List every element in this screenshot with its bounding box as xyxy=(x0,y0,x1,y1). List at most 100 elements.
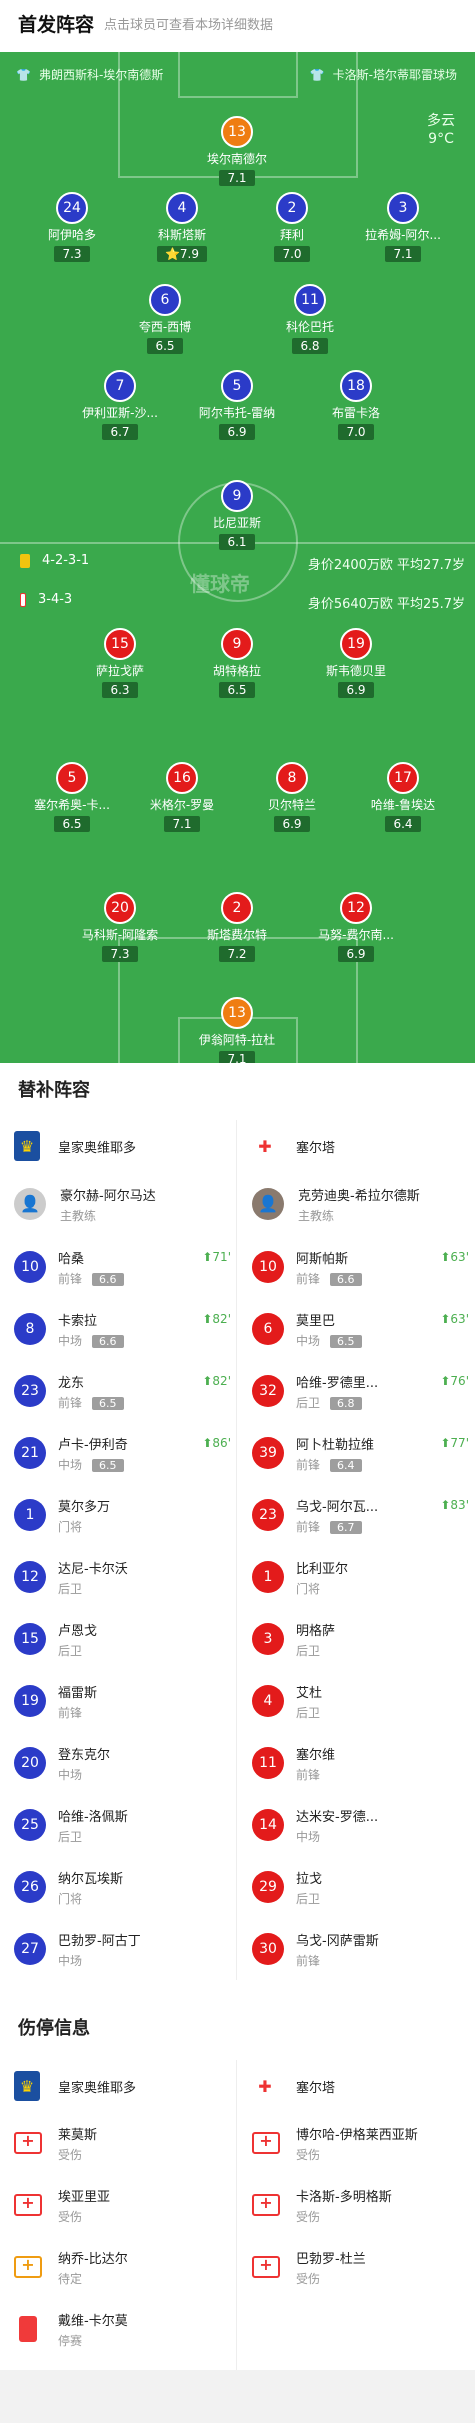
player-name[interactable]: 卡索拉 xyxy=(58,1310,124,1329)
rating-value[interactable]: 6.9 xyxy=(346,947,365,961)
player-name[interactable]: 马科斯-阿隆索 xyxy=(65,926,175,943)
away-club-inj[interactable]: ✚ 塞尔塔 xyxy=(238,2060,475,2112)
medical-kit-icon[interactable] xyxy=(252,2255,280,2278)
rating-value[interactable]: 6.9 xyxy=(346,683,365,697)
sub-player-row[interactable]: 15 卢恩戈 后卫 xyxy=(0,1608,237,1670)
rating-value[interactable]: 7.1 xyxy=(227,1052,246,1063)
sub-minute[interactable]: 63' xyxy=(450,1312,469,1326)
player-position[interactable]: 前锋 6.6 xyxy=(58,1270,124,1287)
player-rating[interactable]: 6.8 xyxy=(292,338,328,354)
away-player[interactable]: 5 塞尔希奥-卡... 6.5 xyxy=(17,762,127,832)
home-player[interactable]: 5 阿尔韦托-雷纳 6.9 xyxy=(182,370,292,440)
home-club[interactable]: ♛ 皇家奥维耶多 xyxy=(0,1120,237,1172)
player-number-badge[interactable]: 15 xyxy=(104,628,136,660)
player-rating[interactable]: 6.5 xyxy=(147,338,183,354)
player-rating[interactable]: 7.3 xyxy=(54,246,90,262)
position-text[interactable]: 中场 xyxy=(58,1768,82,1782)
player-number-badge[interactable]: 39 xyxy=(252,1437,284,1469)
sub-on-icon[interactable]: ⬆ xyxy=(202,1312,212,1326)
player-position[interactable]: 后卫 xyxy=(296,1642,335,1659)
sub-player-info[interactable]: 阿斯帕斯 前锋 6.6 xyxy=(296,1248,362,1287)
sub-on-icon[interactable]: ⬆ xyxy=(202,1436,212,1450)
player-name[interactable]: 拉戈 xyxy=(296,1868,322,1887)
red-card-icon[interactable] xyxy=(19,2316,37,2342)
player-position[interactable]: 中场 xyxy=(296,1828,378,1845)
sub-on-indicator[interactable]: ⬆82' xyxy=(202,1374,231,1388)
player-rating[interactable]: 7.0 xyxy=(338,424,374,440)
player-name[interactable]: 福雷斯 xyxy=(58,1682,97,1701)
injury-info[interactable]: 巴勃罗-杜兰 受伤 xyxy=(296,2248,366,2287)
player-rating[interactable]: 7.1 xyxy=(385,246,421,262)
player-position[interactable]: 中场 6.5 xyxy=(58,1456,128,1473)
sub-player-row[interactable]: 1 比利亚尔 门将 xyxy=(238,1546,475,1608)
player-position[interactable]: 前锋 6.6 xyxy=(296,1270,362,1287)
sub-player-info[interactable]: 哈桑 前锋 6.6 xyxy=(58,1248,124,1287)
away-player[interactable]: 20 马科斯-阿隆索 7.3 xyxy=(65,892,175,962)
injury-info[interactable]: 埃亚里亚 受伤 xyxy=(58,2186,110,2225)
sub-player-row[interactable]: 25 哈维-洛佩斯 后卫 xyxy=(0,1794,237,1856)
player-name[interactable]: 莱莫斯 xyxy=(58,2124,97,2143)
player-name[interactable]: 哈维-洛佩斯 xyxy=(58,1806,128,1825)
position-text[interactable]: 后卫 xyxy=(296,1892,320,1906)
player-number-badge[interactable]: 2 xyxy=(276,192,308,224)
player-number-badge[interactable]: 12 xyxy=(340,892,372,924)
sub-player-info[interactable]: 卡索拉 中场 6.6 xyxy=(58,1310,124,1349)
sub-player-info[interactable]: 卢卡-伊利奇 中场 6.5 xyxy=(58,1434,128,1473)
player-number-badge[interactable]: 32 xyxy=(252,1375,284,1407)
sub-player-info[interactable]: 卢恩戈 后卫 xyxy=(58,1620,97,1659)
player-number-badge[interactable]: 23 xyxy=(14,1375,46,1407)
sub-player-row[interactable]: 6 莫里巴 中场 6.5 ⬆63' xyxy=(238,1298,475,1360)
player-number-badge[interactable]: 1 xyxy=(252,1561,284,1593)
rating-value[interactable]: 7.1 xyxy=(172,817,191,831)
player-number-badge[interactable]: 20 xyxy=(104,892,136,924)
medical-kit-icon[interactable] xyxy=(14,2193,42,2216)
player-number-badge[interactable]: 30 xyxy=(252,1933,284,1965)
player-position[interactable]: 前锋 xyxy=(296,1766,335,1783)
sub-minute[interactable]: 71' xyxy=(212,1250,231,1264)
player-rating[interactable]: 6.5 xyxy=(54,816,90,832)
player-number-badge[interactable]: 3 xyxy=(387,192,419,224)
away-player[interactable]: 12 马努-费尔南... 6.9 xyxy=(301,892,411,962)
position-text[interactable]: 中场 xyxy=(58,1954,82,1968)
player-rating[interactable]: 6.5 xyxy=(92,1396,124,1410)
player-position[interactable]: 门将 xyxy=(58,1518,110,1535)
player-rating[interactable]: 6.6 xyxy=(330,1272,362,1286)
player-position[interactable]: 后卫 xyxy=(296,1704,322,1721)
injury-info[interactable]: 博尔哈-伊格莱西亚斯 受伤 xyxy=(296,2124,418,2163)
injury-status[interactable]: 待定 xyxy=(58,2270,128,2287)
sub-player-row[interactable]: 1 莫尔多万 门将 xyxy=(0,1484,237,1546)
player-number-badge[interactable]: 9 xyxy=(221,628,253,660)
sub-player-info[interactable]: 达米安-罗德... 中场 xyxy=(296,1806,378,1845)
player-rating[interactable]: 7.3 xyxy=(102,946,138,962)
sub-player-row[interactable]: 10 阿斯帕斯 前锋 6.6 ⬆63' xyxy=(238,1236,475,1298)
injury-status[interactable]: 受伤 xyxy=(296,2270,366,2287)
player-name[interactable]: 比尼亚斯 xyxy=(182,514,292,531)
injury-status[interactable]: 停赛 xyxy=(58,2332,128,2349)
player-position[interactable]: 后卫 xyxy=(58,1828,128,1845)
player-number-badge[interactable]: 6 xyxy=(149,284,181,316)
injury-row[interactable]: 卡洛斯-多明格斯受伤 xyxy=(238,2174,475,2236)
sub-player-row[interactable]: 26 纳尔瓦埃斯 门将 xyxy=(0,1856,237,1918)
rating-value[interactable]: 6.5 xyxy=(155,339,174,353)
player-rating[interactable]: 6.7 xyxy=(330,1520,362,1534)
player-name[interactable]: 博尔哈-伊格莱西亚斯 xyxy=(296,2124,418,2143)
sub-player-info[interactable]: 比利亚尔 门将 xyxy=(296,1558,348,1597)
player-position[interactable]: 前锋 xyxy=(58,1704,97,1721)
player-number-badge[interactable]: 19 xyxy=(340,628,372,660)
injury-row[interactable]: 纳乔-比达尔待定 xyxy=(0,2236,237,2298)
player-position[interactable]: 中场 6.5 xyxy=(296,1332,362,1349)
injury-row[interactable]: 博尔哈-伊格莱西亚斯受伤 xyxy=(238,2112,475,2174)
sub-player-row[interactable]: 10 哈桑 前锋 6.6 ⬆71' xyxy=(0,1236,237,1298)
position-text[interactable]: 中场 xyxy=(58,1458,82,1472)
player-number-badge[interactable]: 24 xyxy=(56,192,88,224)
sub-player-row[interactable]: 30 乌戈-冈萨雷斯 前锋 xyxy=(238,1918,475,1980)
sub-minute[interactable]: 63' xyxy=(450,1250,469,1264)
sub-player-info[interactable]: 纳尔瓦埃斯 门将 xyxy=(58,1868,123,1907)
player-rating[interactable]: 7.1 xyxy=(219,1051,255,1063)
injury-row[interactable]: 巴勃罗-杜兰受伤 xyxy=(238,2236,475,2298)
sub-player-info[interactable]: 阿卜杜勒拉维 前锋 6.4 xyxy=(296,1434,374,1473)
sub-player-row[interactable]: 3 明格萨 后卫 xyxy=(238,1608,475,1670)
sub-minute[interactable]: 83' xyxy=(450,1498,469,1512)
rating-value[interactable]: 6.9 xyxy=(227,425,246,439)
player-name[interactable]: 科斯塔斯 xyxy=(127,226,237,243)
